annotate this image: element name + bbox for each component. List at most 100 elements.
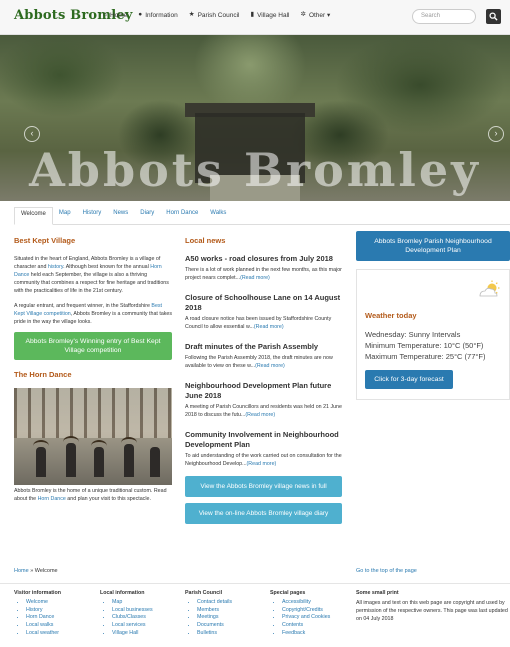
- breadcrumb-home-link[interactable]: Home: [14, 568, 29, 574]
- weather-panel: Weather today Wednesday: Sunny Intervals…: [356, 269, 510, 400]
- section-tabs: Welcome Map History News Diary Horn Danc…: [14, 207, 510, 225]
- nav-home-label: Home: [109, 11, 128, 19]
- neighbourhood-plan-button[interactable]: Abbots Bromley Parish Neighbourhood Deve…: [356, 231, 510, 261]
- horn-dance-link-2[interactable]: Horn Dance: [38, 496, 66, 502]
- weather-max-temp: Maximum Temperature: 25°C (77°F): [365, 352, 486, 361]
- read-more-link[interactable]: (Read more): [240, 275, 270, 281]
- photo-houses: [14, 388, 172, 438]
- tab-walks[interactable]: Walks: [204, 207, 232, 221]
- nav-village-hall[interactable]: ▮ Village Hall: [251, 11, 290, 19]
- news-title[interactable]: Draft minutes of the Parish Assembly: [185, 342, 342, 352]
- best-kept-heading: Best Kept Village: [14, 236, 76, 245]
- footer-link[interactable]: Local services: [112, 622, 153, 630]
- footer-link[interactable]: Welcome: [26, 599, 61, 607]
- news-title[interactable]: Community Involvement in Neighbourhood D…: [185, 430, 342, 450]
- left-column: Best Kept Village Situated in the heart …: [14, 236, 172, 503]
- gear-icon: ✲: [300, 10, 306, 18]
- forecast-button[interactable]: Click for 3-day forecast: [365, 370, 453, 389]
- small-print-text: All images and text on this web page are…: [356, 600, 508, 622]
- history-link[interactable]: history: [48, 264, 63, 270]
- horn-text-2: and plan your visit to this spectacle.: [65, 496, 151, 502]
- footer-link[interactable]: Local businesses: [112, 607, 153, 615]
- competition-text-1: A regular entrant, and frequent winner, …: [14, 303, 152, 309]
- footer-link[interactable]: Documents: [197, 622, 232, 630]
- nav-information[interactable]: ● Information: [138, 11, 177, 19]
- news-summary: A meeting of Parish Councillors and resi…: [185, 403, 342, 419]
- search-button[interactable]: [486, 9, 501, 24]
- nav-information-label: Information: [145, 11, 178, 19]
- footer-link[interactable]: Local weather: [26, 630, 61, 638]
- bookmark-icon: ▮: [250, 10, 255, 18]
- carousel-prev-button[interactable]: ‹: [24, 126, 40, 142]
- nav-other-dropdown[interactable]: ✲ Other ▾: [300, 11, 330, 19]
- news-summary: To aid understanding of the work carried…: [185, 452, 342, 468]
- footer-link[interactable]: Contact details: [197, 599, 232, 607]
- antler-shape: [121, 437, 137, 449]
- footer-link[interactable]: Privacy and Cookies: [282, 614, 330, 622]
- read-more-link[interactable]: (Read more): [254, 324, 284, 330]
- search-input[interactable]: Search: [412, 9, 476, 24]
- back-to-top-link[interactable]: Go to the top of the page: [356, 568, 417, 574]
- tab-diary[interactable]: Diary: [134, 207, 160, 221]
- footer-heading: Special pages: [270, 590, 306, 596]
- local-news-heading: Local news: [185, 236, 226, 245]
- footer-link[interactable]: Meetings: [197, 614, 232, 622]
- footer: Visitor information Welcome History Horn…: [0, 583, 510, 647]
- partly-cloudy-icon: [479, 280, 500, 297]
- dancer-figure: [66, 443, 76, 477]
- nav-parish-council-label: Parish Council: [197, 11, 240, 19]
- nav-village-hall-label: Village Hall: [257, 11, 290, 19]
- read-more-link[interactable]: (Read more): [255, 363, 285, 369]
- intro-paragraph: Situated in the heart of England, Abbots…: [14, 255, 172, 295]
- tab-history[interactable]: History: [77, 207, 108, 221]
- horn-dance-paragraph: Abbots Bromley is the home of a unique t…: [14, 487, 172, 503]
- footer-special-pages: Special pages Accessibility Copyright/Cr…: [270, 590, 330, 638]
- footer-small-print: Some small print All images and text on …: [356, 590, 508, 623]
- winning-entry-button[interactable]: Abbots Bromley's Winning entry of Best K…: [14, 332, 172, 360]
- tab-horn-dance[interactable]: Horn Dance: [160, 207, 204, 221]
- footer-link[interactable]: Contents: [282, 622, 330, 630]
- footer-link[interactable]: Accessibility: [282, 599, 330, 607]
- home-icon: ⌂: [103, 10, 107, 18]
- footer-parish-council: Parish Council Contact details Members M…: [185, 590, 232, 638]
- footer-link[interactable]: History: [26, 607, 61, 615]
- read-more-link[interactable]: (Read more): [247, 461, 277, 467]
- tab-news[interactable]: News: [107, 207, 134, 221]
- nav-other-label: Other ▾: [308, 12, 331, 19]
- read-more-link[interactable]: (Read more): [245, 412, 275, 418]
- tab-welcome[interactable]: Welcome: [14, 207, 53, 225]
- horn-dance-heading: The Horn Dance: [14, 370, 72, 379]
- footer-link[interactable]: Map: [112, 599, 153, 607]
- footer-link[interactable]: Village Hall: [112, 630, 153, 638]
- hero-banner: Abbots Bromley ‹ ›: [0, 35, 510, 201]
- view-news-button[interactable]: View the Abbots Bromley village news in …: [185, 476, 342, 497]
- breadcrumb: Home » Welcome: [14, 568, 58, 574]
- footer-heading: Visitor information: [14, 590, 61, 596]
- star-icon: ★: [188, 10, 195, 18]
- dancer-figure: [150, 447, 160, 477]
- middle-column: Local news A50 works - road closures fro…: [185, 236, 342, 524]
- footer-link[interactable]: Local walks: [26, 622, 61, 630]
- footer-link[interactable]: Clubs/Classes: [112, 614, 153, 622]
- right-column: Abbots Bromley Parish Neighbourhood Deve…: [356, 231, 510, 400]
- news-summary: There is a lot of work planned in the ne…: [185, 266, 342, 282]
- news-title[interactable]: Neighbourhood Development Plan future Ju…: [185, 381, 342, 401]
- news-summary: Following the Parish Assembly 2018, the …: [185, 354, 342, 370]
- antler-shape: [63, 436, 79, 448]
- footer-link[interactable]: Copyright/Credits: [282, 607, 330, 615]
- news-title[interactable]: Closure of Schoolhouse Lane on 14 August…: [185, 293, 342, 313]
- news-summary: A road closure notice has been issued by…: [185, 315, 342, 331]
- intro-text-2: . Although best known for the annual: [63, 264, 151, 270]
- view-diary-button[interactable]: View the on-line Abbots Bromley village …: [185, 503, 342, 524]
- footer-link[interactable]: Bulletins: [197, 630, 232, 638]
- carousel-next-button[interactable]: ›: [488, 126, 504, 142]
- footer-link[interactable]: Members: [197, 607, 232, 615]
- tab-map[interactable]: Map: [53, 207, 77, 221]
- news-title[interactable]: A50 works - road closures from July 2018: [185, 254, 342, 264]
- nav-parish-council[interactable]: ★ Parish Council: [189, 11, 240, 19]
- footer-link[interactable]: Feedback: [282, 630, 330, 638]
- footer-heading: Local information: [100, 590, 145, 596]
- nav-home[interactable]: ⌂ Home: [103, 11, 127, 19]
- footer-link[interactable]: Horn Dance: [26, 614, 61, 622]
- footer-heading: Some small print: [356, 590, 399, 596]
